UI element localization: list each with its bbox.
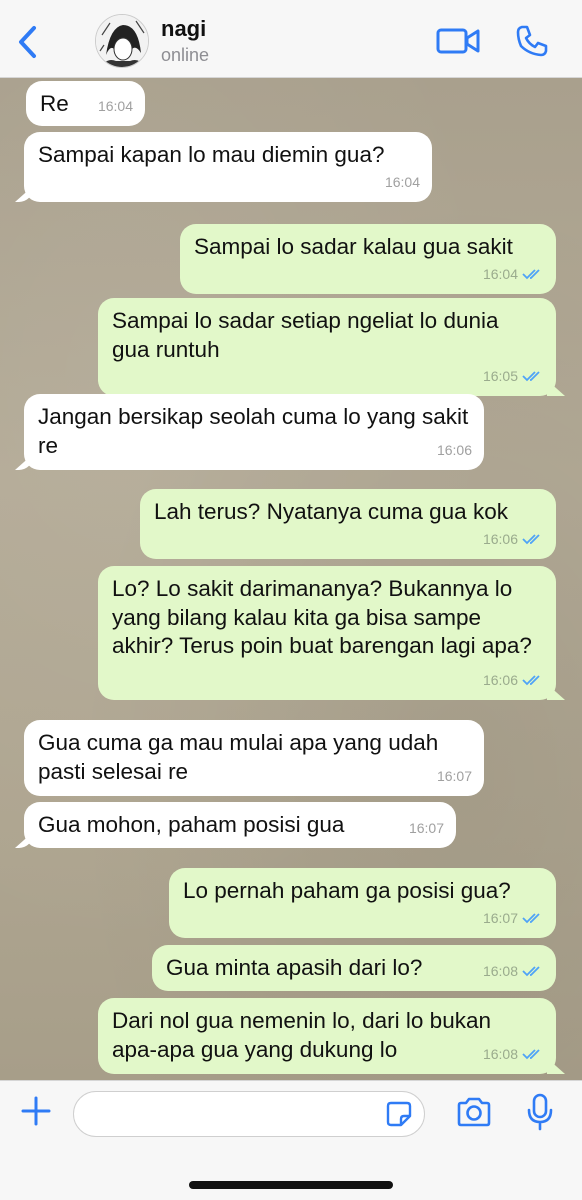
chat-header: nagi online (0, 0, 582, 78)
double-check-icon (522, 966, 540, 977)
message-outgoing[interactable]: Gua minta apasih dari lo? 16:08 (152, 945, 556, 991)
double-check-icon (522, 269, 540, 280)
camera-icon[interactable] (456, 1097, 492, 1127)
message-outgoing[interactable]: Lah terus? Nyatanya cuma gua kok 16:06 (140, 489, 556, 559)
message-time: 16:07 (408, 819, 444, 836)
message-time: 16:06 (482, 671, 518, 688)
message-time: 16:07 (436, 767, 472, 784)
double-check-icon (522, 675, 540, 686)
message-outgoing[interactable]: Lo? Lo sakit darimananya? Bukannya lo ya… (98, 566, 556, 700)
message-time: 16:05 (482, 367, 518, 384)
chat-area[interactable]: Re 16:04 Sampai kapan lo mau diemin gua?… (0, 78, 582, 1080)
message-outgoing[interactable]: Lo pernah paham ga posisi gua? 16:07 (169, 868, 556, 938)
avatar[interactable] (95, 14, 149, 68)
message-text: Gua mohon, paham posisi gua (38, 812, 345, 837)
double-check-icon (522, 1049, 540, 1060)
message-incoming[interactable]: Re 16:04 (26, 81, 145, 126)
message-text: Sampai lo sadar kalau gua sakit (194, 234, 513, 259)
message-incoming[interactable]: Gua cuma ga mau mulai apa yang udah past… (24, 720, 484, 796)
message-text: Re (40, 91, 69, 116)
message-time: 16:06 (436, 441, 472, 458)
message-time: 16:04 (97, 97, 133, 114)
microphone-icon[interactable] (526, 1093, 554, 1131)
message-time: 16:08 (482, 1045, 518, 1062)
message-incoming[interactable]: Jangan bersikap seolah cuma lo yang saki… (24, 394, 484, 470)
composer-bar (0, 1080, 582, 1200)
message-text: Gua minta apasih dari lo? (166, 955, 423, 980)
message-incoming[interactable]: Gua mohon, paham posisi gua 16:07 (24, 802, 456, 848)
message-text: Sampai kapan lo mau diemin gua? (38, 142, 385, 167)
phone-icon[interactable] (515, 24, 549, 58)
home-indicator (189, 1181, 393, 1189)
message-outgoing[interactable]: Sampai lo sadar setiap ngeliat lo dunia … (98, 298, 556, 396)
message-outgoing[interactable]: Dari nol gua nemenin lo, dari lo bukan a… (98, 998, 556, 1074)
message-time: 16:07 (482, 909, 518, 926)
message-outgoing[interactable]: Sampai lo sadar kalau gua sakit 16:04 (180, 224, 556, 294)
message-text: Gua cuma ga mau mulai apa yang udah past… (38, 730, 439, 784)
double-check-icon (522, 371, 540, 382)
message-incoming[interactable]: Sampai kapan lo mau diemin gua? 16:04 (24, 132, 432, 202)
video-camera-icon[interactable] (436, 26, 480, 56)
message-text: Jangan bersikap seolah cuma lo yang saki… (38, 404, 469, 458)
message-input[interactable] (73, 1091, 425, 1137)
plus-icon[interactable] (20, 1095, 52, 1127)
message-text: Lah terus? Nyatanya cuma gua kok (154, 499, 508, 524)
contact-name[interactable]: nagi (161, 16, 206, 42)
sticker-icon[interactable] (386, 1101, 412, 1127)
chevron-left-icon[interactable] (14, 24, 44, 60)
message-text: Lo? Lo sakit darimananya? Bukannya lo ya… (112, 576, 532, 658)
message-time: 16:06 (482, 530, 518, 547)
message-text: Sampai lo sadar setiap ngeliat lo dunia … (112, 308, 499, 362)
message-time: 16:04 (482, 265, 518, 282)
message-text: Dari nol gua nemenin lo, dari lo bukan a… (112, 1008, 491, 1062)
double-check-icon (522, 534, 540, 545)
contact-status: online (161, 45, 210, 65)
avatar-illustration (96, 15, 148, 67)
message-text: Lo pernah paham ga posisi gua? (183, 878, 511, 903)
message-time: 16:04 (384, 173, 420, 190)
double-check-icon (522, 913, 540, 924)
message-time: 16:08 (482, 962, 518, 979)
